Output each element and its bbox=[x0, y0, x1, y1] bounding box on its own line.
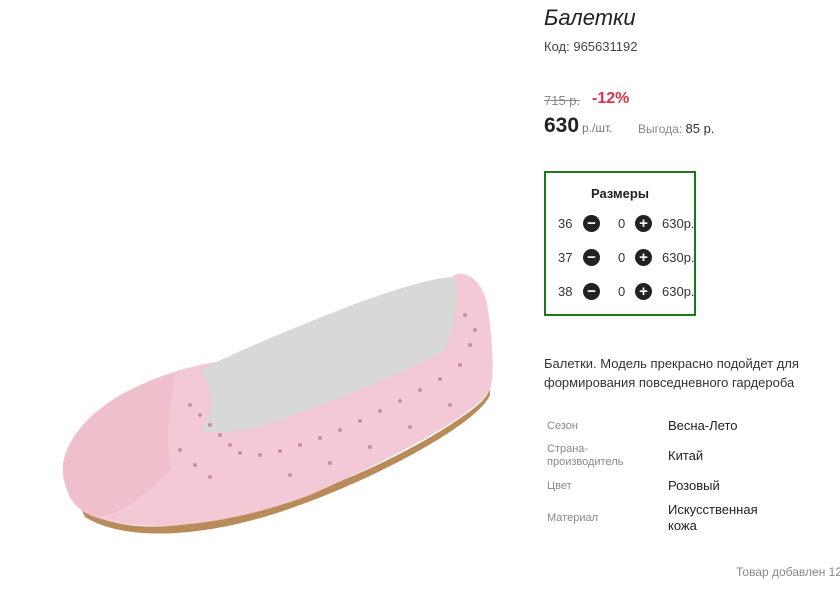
size-number: 36 bbox=[558, 216, 573, 231]
attribute-value: Весна-Лето bbox=[668, 418, 738, 433]
discount-badge: -12% bbox=[592, 90, 630, 107]
product-description: Балетки. Модель прекрасно подойдет для ф… bbox=[544, 356, 799, 390]
minus-circle-icon[interactable]: − bbox=[583, 215, 600, 232]
plus-circle-icon[interactable]: + bbox=[635, 249, 652, 266]
size-row: 37 − 0 + 630р. bbox=[556, 249, 696, 267]
plus-circle-icon[interactable]: + bbox=[635, 283, 652, 300]
sizes-title: Размеры bbox=[591, 186, 649, 201]
product-code: Код: 965631192 bbox=[544, 39, 637, 54]
benefit-label: Выгода: bbox=[638, 122, 683, 136]
attribute-value: Искусственная кожа bbox=[668, 502, 758, 533]
minus-circle-icon[interactable]: − bbox=[583, 249, 600, 266]
size-number: 38 bbox=[558, 284, 573, 299]
benefit-value: 85 р. bbox=[685, 121, 715, 136]
size-quantity: 0 bbox=[618, 250, 626, 265]
minus-circle-icon[interactable]: − bbox=[583, 283, 600, 300]
product-info-panel: Балетки Код: 965631192 715 р. -12% 630 р.… bbox=[544, 0, 840, 601]
attribute-label: Цвет bbox=[547, 480, 572, 492]
benefit: Выгода: 85 р. bbox=[638, 121, 714, 136]
size-quantity: 0 bbox=[618, 284, 626, 299]
old-price: 715 р. bbox=[544, 93, 581, 108]
price-value: 630 bbox=[544, 114, 580, 137]
added-date-text: Товар добавлен 12 bbox=[736, 565, 840, 579]
size-price: 630р. bbox=[662, 284, 695, 299]
size-number: 37 bbox=[558, 250, 573, 265]
product-code-value: 965631192 bbox=[573, 39, 638, 54]
sizes-box: Размеры 36 − 0 + 630р. 37 − 0 + 630р. 38… bbox=[544, 171, 696, 316]
product-code-label: Код: bbox=[544, 39, 570, 54]
size-quantity: 0 bbox=[618, 216, 626, 231]
size-price: 630р. bbox=[662, 216, 695, 231]
attribute-value: Розовый bbox=[668, 478, 720, 493]
attribute-value: Китай bbox=[668, 448, 704, 463]
size-price: 630р. bbox=[662, 250, 695, 265]
product-image[interactable] bbox=[50, 255, 510, 545]
product-image-area bbox=[0, 0, 535, 601]
plus-circle-icon[interactable]: + bbox=[635, 215, 652, 232]
product-title: Балетки bbox=[544, 5, 636, 30]
price-unit: р./шт. bbox=[582, 121, 613, 135]
attribute-label: Сезон bbox=[547, 420, 578, 432]
current-price: 630 р./шт. bbox=[544, 114, 613, 138]
attribute-label: Материал bbox=[547, 512, 598, 524]
size-row: 36 − 0 + 630р. bbox=[556, 215, 696, 233]
size-row: 38 − 0 + 630р. bbox=[556, 283, 696, 301]
attribute-label: Страна-производитель bbox=[547, 443, 624, 468]
